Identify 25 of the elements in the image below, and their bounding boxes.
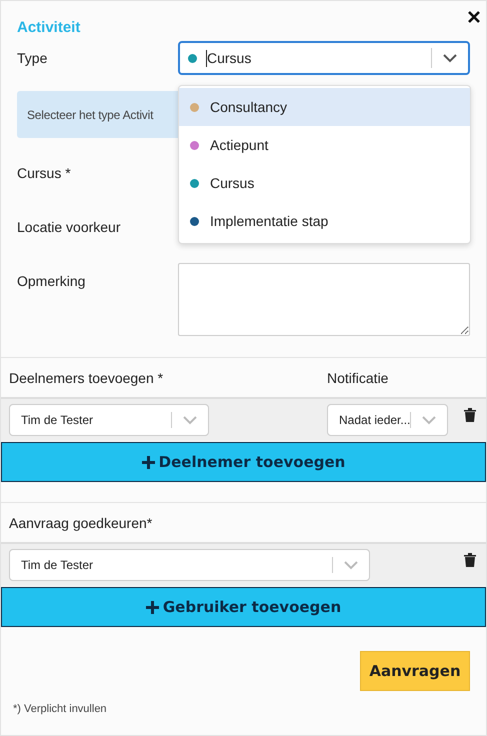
notification-select[interactable]: Nadat ieder... bbox=[327, 404, 448, 436]
plus-icon bbox=[142, 456, 155, 468]
add-user-button[interactable]: Gebruiker toevoegen bbox=[1, 587, 486, 627]
trash-icon[interactable] bbox=[464, 553, 476, 567]
dropdown-option[interactable]: Implementatie stap bbox=[179, 202, 470, 240]
person-select[interactable]: Tim de Tester bbox=[9, 404, 209, 436]
person-select[interactable]: Tim de Tester bbox=[9, 549, 370, 581]
section-label: Aanvraag goedkeuren* bbox=[9, 514, 152, 530]
column-label: Notificatie bbox=[327, 370, 388, 386]
submit-button[interactable]: Aanvragen bbox=[360, 651, 470, 691]
dropdown-option[interactable]: Cursus bbox=[179, 164, 470, 202]
comment-field[interactable] bbox=[178, 263, 470, 336]
dropdown-option[interactable]: Consultancy bbox=[179, 88, 470, 126]
trash-icon[interactable] bbox=[464, 408, 476, 422]
plus-icon bbox=[146, 600, 159, 614]
section-title: Activiteit bbox=[17, 19, 80, 36]
section-label: Deelnemers toevoegen * bbox=[9, 370, 164, 386]
field-label: Locatie voorkeur bbox=[17, 219, 122, 235]
field-label: Opmerking bbox=[17, 272, 86, 291]
add-participant-button[interactable]: Deelnemer toevoegen bbox=[1, 442, 486, 482]
field-label: Type bbox=[17, 50, 48, 66]
close-icon[interactable] bbox=[468, 11, 480, 23]
type-select[interactable]: Cursus bbox=[178, 41, 470, 75]
field-label: Cursus * bbox=[17, 165, 72, 181]
footnote: *) Verplicht invullen bbox=[13, 703, 107, 715]
